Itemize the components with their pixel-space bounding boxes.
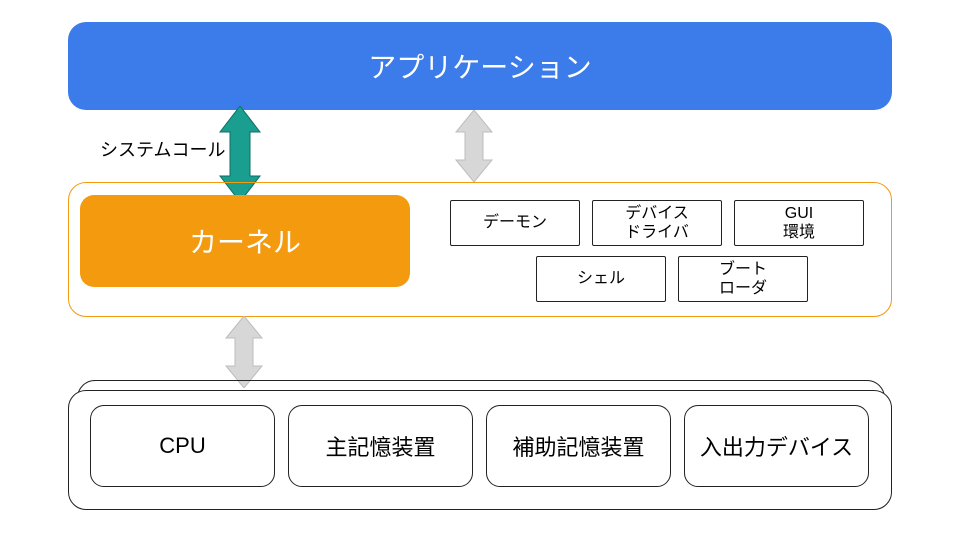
app-os-arrow-icon bbox=[452, 110, 496, 182]
syscall-label: システムコール bbox=[100, 136, 225, 162]
gui-env-box: GUI 環境 bbox=[734, 200, 864, 246]
io-device-label: 入出力デバイス bbox=[700, 430, 853, 462]
shell-label: シェル bbox=[577, 269, 625, 288]
daemon-box: デーモン bbox=[450, 200, 580, 246]
main-memory-label: 主記憶装置 bbox=[325, 430, 435, 462]
device-driver-label: デバイス ドライバ bbox=[625, 204, 689, 242]
aux-storage-label: 補助記憶装置 bbox=[512, 430, 644, 462]
kernel-hw-arrow-icon bbox=[222, 316, 266, 388]
boot-loader-label: ブート ローダ bbox=[719, 260, 767, 298]
device-driver-box: デバイス ドライバ bbox=[592, 200, 722, 246]
gui-env-label: GUI 環境 bbox=[783, 204, 815, 242]
cpu-box: CPU bbox=[90, 405, 275, 487]
application-box: アプリケーション bbox=[68, 22, 892, 110]
io-device-box: 入出力デバイス bbox=[684, 405, 869, 487]
cpu-label: CPU bbox=[159, 433, 205, 459]
shell-box: シェル bbox=[536, 256, 666, 302]
aux-storage-box: 補助記憶装置 bbox=[486, 405, 671, 487]
daemon-label: デーモン bbox=[483, 213, 547, 232]
boot-loader-box: ブート ローダ bbox=[678, 256, 808, 302]
main-memory-box: 主記憶装置 bbox=[288, 405, 473, 487]
kernel-box: カーネル bbox=[80, 195, 410, 287]
kernel-label: カーネル bbox=[189, 221, 301, 261]
application-label: アプリケーション bbox=[368, 46, 591, 86]
